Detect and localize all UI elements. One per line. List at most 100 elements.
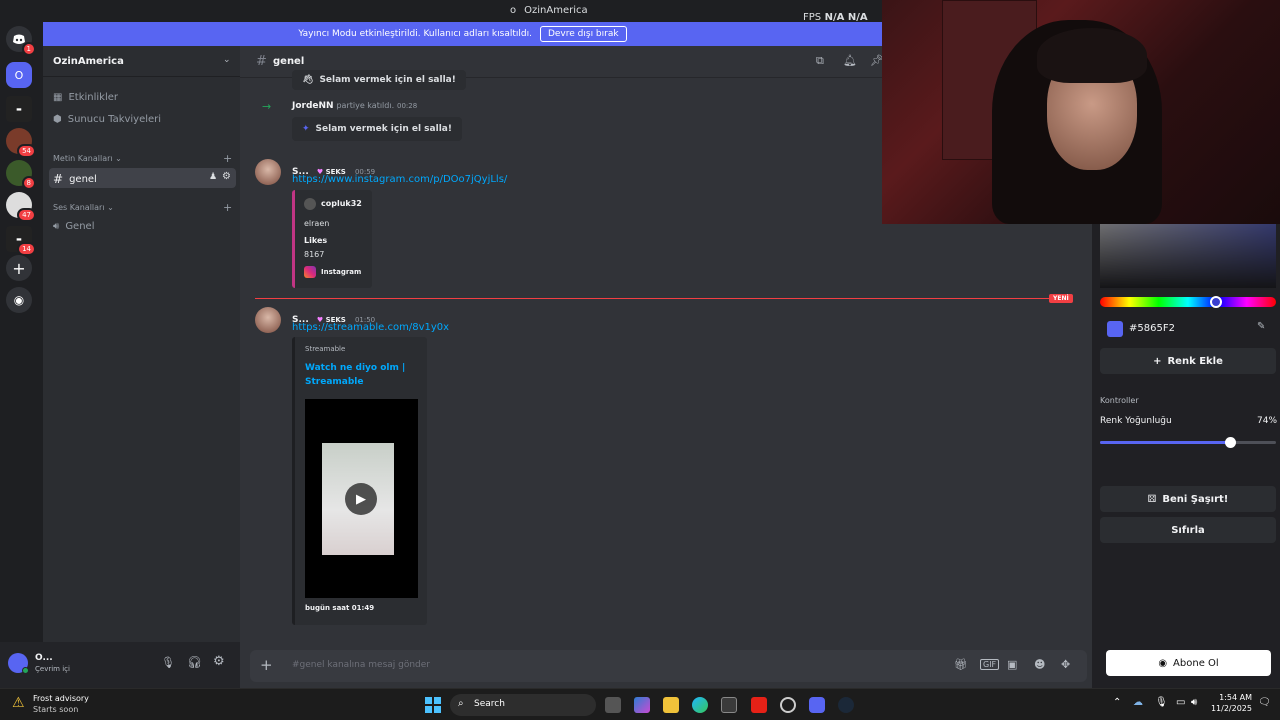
wave-icon: ✦ [302,124,310,134]
steam-icon[interactable] [838,697,854,713]
server-ozinamerica[interactable]: O [6,62,32,88]
embed-author[interactable]: copluk32 [321,199,362,208]
edge-icon[interactable] [692,697,708,713]
plus-icon: + [1153,355,1162,367]
threads-icon[interactable]: ⧉ [816,54,824,68]
taskbar: ⚠ Frost advisory Starts soon ⌕ Search ⌃ … [0,688,1280,720]
youtube-icon[interactable] [751,697,767,713]
sidebar-item-boosts[interactable]: ⬢ Sunucu Takviyeleri [53,114,161,125]
add-voice-channel-icon[interactable]: + [223,201,232,214]
intensity-slider-fill [1100,441,1231,444]
server-icon-4[interactable]: 47 [6,192,36,222]
hue-slider[interactable] [1100,297,1276,307]
mic-tray-icon[interactable]: 🎙︎ [1155,697,1168,708]
headphones-icon[interactable]: 🎧︎ [187,655,202,669]
invite-icon[interactable]: ♟ [209,172,217,182]
server-icon-5[interactable]: ▬ 14 [6,226,36,256]
hue-slider-thumb[interactable] [1210,296,1222,308]
disable-streamer-mode-button[interactable]: Devre dışı bırak [539,26,627,42]
wave-button-top[interactable]: 👋︎ Selam vermek için el salla! [292,70,466,90]
message-input[interactable]: #genel kanalına mesaj gönder [292,660,430,670]
notifications-icon[interactable]: 🗨︎ [1258,697,1271,708]
clock-time[interactable]: 1:54 AM [1219,693,1252,702]
streamable-embed: Streamable Watch ne diyo olm | Streamabl… [292,337,427,625]
play-icon[interactable]: ▶ [345,483,377,515]
embed-description: elraen [304,219,330,228]
chevron-down-icon[interactable]: ⌄ [223,55,231,65]
server-icon-2[interactable]: 54 [6,128,36,158]
wave-button[interactable]: ✦ Selam vermek için el salla! [292,117,462,141]
gif-icon[interactable]: GIF [980,659,1000,670]
banner-text: Yayıncı Modu etkinleştirildi. Kullanıcı … [298,29,532,39]
embed-author-avatar [304,198,316,210]
hash-icon: # [53,172,64,186]
taskbar-search[interactable]: ⌕ Search [450,694,596,716]
hex-value[interactable]: #5865F2 [1129,323,1175,334]
intensity-slider[interactable] [1100,437,1276,448]
user-panel: O... Çevrim içi 🎙︎ 🎧︎ ⚙ [0,642,240,688]
server-icon-3[interactable]: 8 [6,160,36,190]
volume-icon[interactable]: 🔊︎ [1191,697,1197,708]
person-hair [1037,28,1147,83]
user-settings-gear-icon[interactable]: ⚙ [213,654,225,669]
sidebar-item-events[interactable]: ▦ Etkinlikler [53,92,118,103]
server-icon-1[interactable]: ▬ [6,96,32,122]
windows-start-icon[interactable] [425,697,441,713]
store-icon[interactable] [721,697,737,713]
file-explorer-icon[interactable] [663,697,679,713]
add-channel-icon[interactable]: + [223,152,232,165]
network-icon[interactable]: ▭ [1176,697,1185,708]
embed-field-value: 8167 [304,250,325,259]
app-icon[interactable] [780,697,796,713]
instagram-link[interactable]: https://www.instagram.com/p/DOo7jQyjLls/ [292,174,507,185]
voice-channel-genel[interactable]: 🔊︎ Genel [53,221,94,232]
embed-title[interactable]: Watch ne diyo olm | Streamable [305,361,410,389]
microphone-icon[interactable]: 🎙︎ [161,656,175,669]
subscribe-button[interactable]: ◉ Abone Ol [1106,650,1271,676]
apps-icon[interactable]: ✥ [1061,658,1070,671]
intensity-label: Renk Yoğunluğu [1100,416,1172,426]
server-name[interactable]: OzinAmerica [53,56,124,67]
color-swatch [1107,321,1123,337]
explore-icon[interactable]: ◉ [6,287,32,313]
weather-title[interactable]: Frost advisory [33,694,89,703]
task-view-icon[interactable] [605,697,621,713]
dm-badge: 1 [21,42,36,56]
window-title: o OzinAmerica [510,5,588,16]
add-color-button[interactable]: + Renk Ekle [1100,348,1276,374]
streamable-link[interactable]: https://streamable.com/8v1y0x [292,322,449,333]
tray-chevron-icon[interactable]: ⌃ [1113,697,1121,708]
add-server-icon[interactable]: + [6,255,32,281]
webcam-overlay [882,0,1280,224]
direct-messages-button[interactable]: 1 [6,26,36,56]
intensity-value: 74% [1257,416,1278,426]
controls-heading: Kontroller [1100,396,1139,405]
warning-icon: ⚠ [12,695,25,711]
gear-icon[interactable]: ⚙ [222,171,231,182]
attach-plus-icon[interactable]: + [260,656,273,674]
server-rail: 1 O ▬ 54 8 47 ▬ 14 + ◉ [0,22,43,688]
embed-provider: Streamable [305,345,346,353]
reset-button[interactable]: Sıfırla [1100,517,1276,543]
avatar[interactable] [255,159,281,185]
text-channels-category[interactable]: Metin Kanalları ⌄ [53,154,122,163]
discord-taskbar-icon[interactable] [809,697,825,713]
eyedropper-icon[interactable]: ✎ [1257,321,1265,332]
channel-title: genel [273,56,305,67]
copilot-icon[interactable] [634,697,650,713]
avatar[interactable] [255,307,281,333]
surprise-me-button[interactable]: ⚄ Beni Şaşırt! [1100,486,1276,512]
theme-panel: #5865F2 ✎ + Renk Ekle Kontroller Renk Yoğ… [1092,224,1280,688]
color-picker-area[interactable] [1100,224,1276,288]
voice-channels-category[interactable]: Ses Kanalları ⌄ [53,203,114,212]
cloud-icon[interactable]: ☁ [1133,697,1143,708]
sticker-icon[interactable]: ▣ [1007,658,1017,671]
clock-date[interactable]: 11/2/2025 [1207,704,1252,713]
gift-icon[interactable]: 🎁︎ [954,658,968,671]
bell-icon[interactable]: 🔔︎ [843,54,857,67]
embed-footer: bugün saat 01:49 [305,604,375,612]
emoji-icon[interactable]: ☻ [1034,658,1045,671]
wave-icon: 👋︎ [302,75,314,85]
intensity-slider-thumb[interactable] [1225,437,1237,448]
video-player[interactable]: ▶ [305,399,418,598]
